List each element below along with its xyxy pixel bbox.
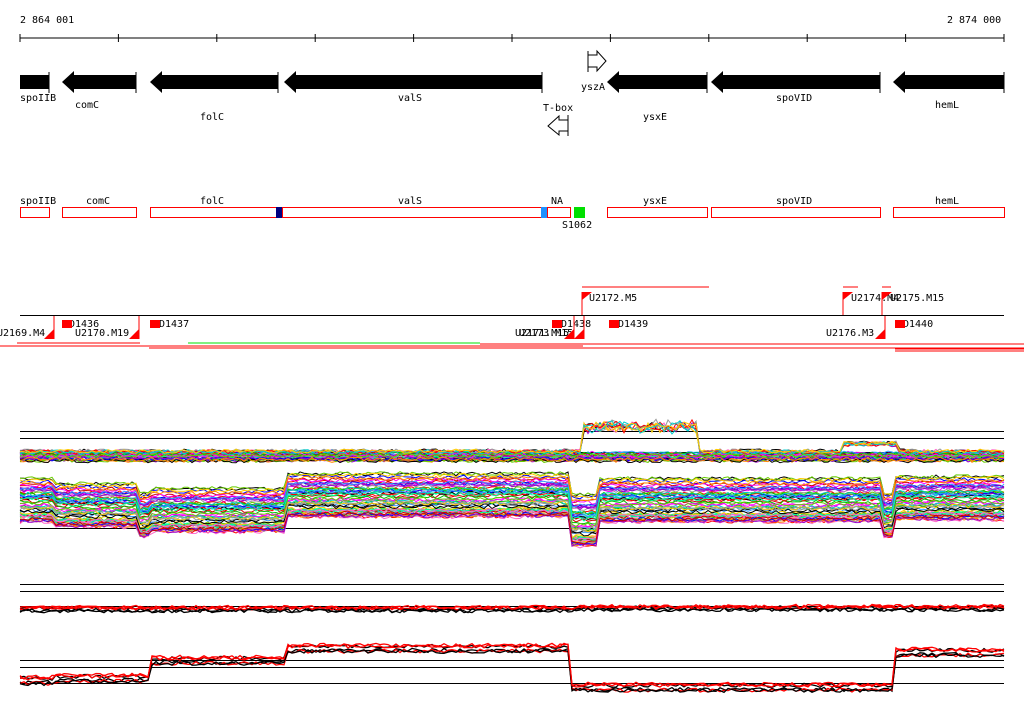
gene-label: comC bbox=[75, 100, 99, 111]
transcript-block bbox=[552, 320, 562, 328]
transcript-block bbox=[62, 320, 72, 328]
transcript-label: D1437 bbox=[159, 319, 189, 330]
gene-folC bbox=[150, 71, 278, 93]
annotation-label: valS bbox=[398, 196, 422, 207]
expression-trace bbox=[19, 418, 1005, 455]
transcript-start-marker bbox=[129, 329, 139, 339]
gene-yszA bbox=[587, 49, 607, 73]
transcript-block bbox=[609, 320, 619, 328]
coordinate-ruler bbox=[19, 34, 1005, 42]
transcript-label: U2170.M19 bbox=[75, 328, 129, 339]
transcript-label: U2172.M5 bbox=[589, 293, 637, 304]
genome-browser-view: 2 864 001 2 874 000 spoIIB comC folC valS ys… bbox=[0, 15, 1024, 694]
expression-trace bbox=[19, 420, 1005, 454]
expression-trace bbox=[19, 647, 1005, 693]
transcript-block bbox=[895, 320, 905, 328]
transcript-track: U2172.M5 U2174.M4U2175.M15U2169.M4D1436U2… bbox=[0, 286, 1024, 352]
transcript-label: U2175.M15 bbox=[890, 293, 944, 304]
annotation-label: spoVID bbox=[776, 196, 812, 207]
annotation-box bbox=[282, 207, 542, 218]
annotation-box bbox=[150, 207, 277, 218]
gene-track: spoIIB comC folC valS yszA T-box ysxE spoVID hem… bbox=[20, 49, 1005, 137]
annotation-box bbox=[893, 207, 1005, 218]
transcript-label: D1440 bbox=[903, 319, 933, 330]
annotation-label: NA bbox=[551, 196, 563, 207]
gene-label: ysxE bbox=[643, 112, 667, 123]
gene-comC bbox=[62, 71, 136, 93]
expression-trace bbox=[19, 421, 1005, 455]
annotation-label: folC bbox=[200, 196, 224, 207]
ruler-end-label: 2 874 000 bbox=[947, 15, 1001, 26]
gene-T-box bbox=[547, 114, 569, 137]
ruler-start-label: 2 864 001 bbox=[20, 15, 74, 26]
annotation-label: ysxE bbox=[643, 196, 667, 207]
site-label: S1062 bbox=[562, 220, 592, 231]
annotation-box bbox=[607, 207, 708, 218]
expression-trace bbox=[19, 643, 1005, 689]
annotation-track: spoIIB comC folC valS NA ysxE spoVID hemL S1062 bbox=[20, 196, 1005, 231]
gene-label: valS bbox=[398, 93, 422, 104]
annotation-label: comC bbox=[86, 196, 110, 207]
transcript-start-marker bbox=[875, 329, 885, 339]
expression-trace bbox=[19, 643, 1005, 688]
gene-label: spoVID bbox=[776, 93, 812, 104]
gene-valS bbox=[284, 71, 542, 93]
gene-ysxE bbox=[607, 71, 707, 93]
expression-trace bbox=[19, 420, 1005, 454]
expression-trace bbox=[19, 648, 1005, 693]
gene-spoVID bbox=[711, 71, 880, 93]
transcript-label: D1439 bbox=[618, 319, 648, 330]
annotation-box bbox=[711, 207, 881, 218]
annotation-label: hemL bbox=[935, 196, 959, 207]
expression-track bbox=[19, 418, 1005, 694]
transcript-label: U2176.M3 bbox=[826, 328, 874, 339]
gene-label: hemL bbox=[935, 100, 959, 111]
transcript-label: U2169.M4 bbox=[0, 328, 45, 339]
marker-light bbox=[541, 207, 547, 218]
gene-spoIIB bbox=[20, 75, 49, 89]
transcript-block bbox=[150, 320, 160, 328]
annotation-box bbox=[62, 207, 137, 218]
site-marker bbox=[574, 207, 585, 218]
transcript-start-marker bbox=[574, 329, 584, 339]
expression-trace bbox=[19, 648, 1005, 694]
gene-label: yszA bbox=[581, 82, 605, 93]
annotation-label: spoIIB bbox=[20, 196, 56, 207]
gene-label: T-box bbox=[543, 103, 573, 114]
annotation-box bbox=[20, 207, 50, 218]
gene-hemL bbox=[893, 71, 1004, 93]
transcript-label: D1438 bbox=[561, 319, 591, 330]
gene-label: folC bbox=[200, 112, 224, 123]
expression-trace bbox=[19, 418, 1005, 454]
gene-label: spoIIB bbox=[20, 93, 56, 104]
marker-dark bbox=[276, 207, 282, 218]
expression-trace bbox=[19, 420, 1005, 454]
annotation-box bbox=[547, 207, 571, 218]
transcript-start-marker bbox=[44, 329, 54, 339]
